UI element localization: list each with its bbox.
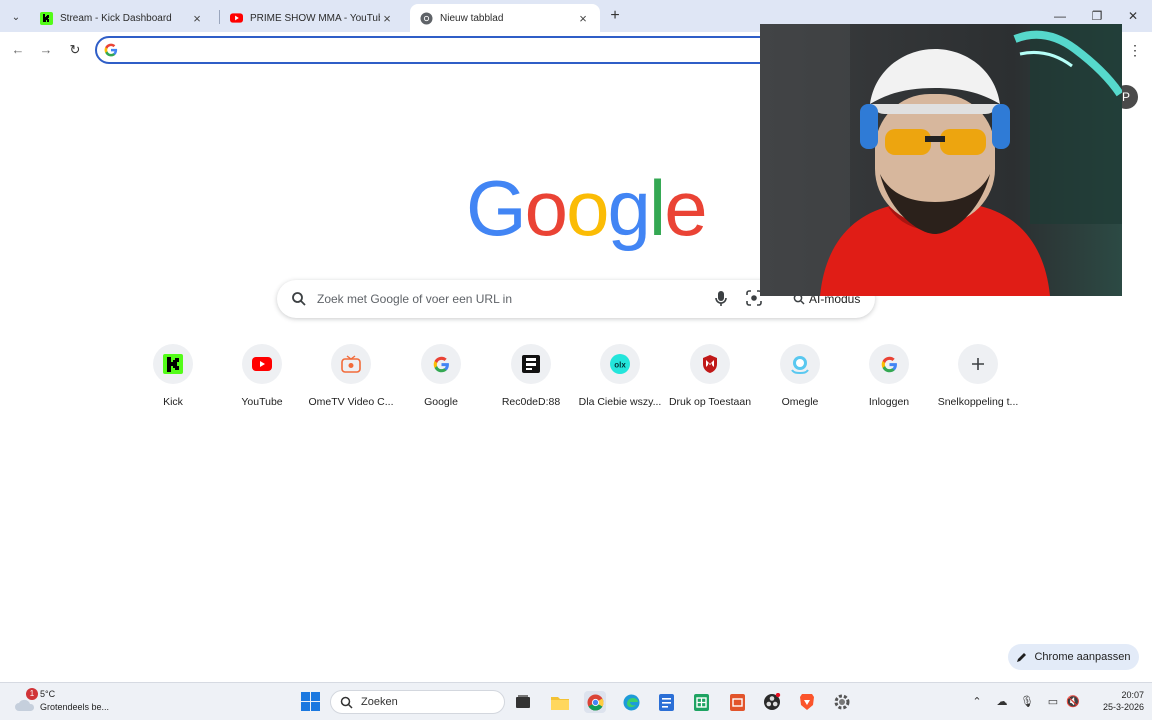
shortcut-recoded[interactable]: Rec0deD:88 xyxy=(486,344,576,408)
microphone-tray-icon[interactable]: 🎙 xyxy=(1019,694,1035,710)
search-icon xyxy=(340,696,353,709)
customize-chrome-button[interactable]: Chrome aanpassen xyxy=(1008,644,1139,670)
logo-letter: e xyxy=(664,164,707,252)
tab-search-chevron-icon[interactable]: ⌄ xyxy=(8,9,24,25)
task-view-icon[interactable] xyxy=(512,691,534,713)
settings-gear-icon[interactable] xyxy=(831,691,853,713)
tab-title: PRIME SHOW MMA - YouTube xyxy=(250,12,380,24)
address-bar[interactable] xyxy=(95,36,795,64)
forward-arrow-icon[interactable]: → xyxy=(37,41,55,59)
logo-letter: g xyxy=(607,164,650,252)
shortcut-label: Snelkoppeling t... xyxy=(937,396,1019,408)
shortcut-youtube[interactable]: YouTube xyxy=(217,344,307,408)
microphone-icon[interactable] xyxy=(714,290,728,311)
shortcut-label: Rec0deD:88 xyxy=(501,396,561,408)
youtube-icon xyxy=(242,344,282,384)
restore-icon[interactable]: ❐ xyxy=(1082,6,1112,26)
search-icon xyxy=(291,291,307,310)
logo-letter: l xyxy=(648,164,666,252)
google-logo: Google xyxy=(466,168,708,248)
network-icon[interactable]: ▭ xyxy=(1045,694,1061,710)
close-tab-icon[interactable]: × xyxy=(190,11,204,26)
shortcut-add[interactable]: Snelkoppeling t... xyxy=(933,344,1023,408)
shortcut-inloggen[interactable]: Inloggen xyxy=(844,344,934,408)
logo-letter: o xyxy=(566,164,609,252)
address-input[interactable] xyxy=(125,42,725,58)
docs-app-icon[interactable] xyxy=(655,691,677,713)
new-tab-plus-icon[interactable]: + xyxy=(606,7,624,25)
close-tab-icon[interactable]: × xyxy=(576,11,590,26)
chrome-favicon-icon xyxy=(420,12,433,25)
cloud-sync-icon[interactable]: ☁ xyxy=(994,694,1010,710)
taskbar-search-label: Zoeken xyxy=(361,696,398,708)
shortcut-google[interactable]: Google xyxy=(396,344,486,408)
weather-desc: Grotendeels be... xyxy=(40,702,110,712)
google-icon xyxy=(869,344,909,384)
shortcut-label: Druk op Toestaan xyxy=(668,396,752,408)
obs-icon[interactable] xyxy=(761,691,783,713)
windows-taskbar: 1 5°C Grotendeels be... Zoeken ⌃ ☁ 🎙 ▭ 🔇… xyxy=(0,682,1152,720)
webcam-overlay xyxy=(760,24,1122,296)
recoded-icon xyxy=(511,344,551,384)
windows-start-icon[interactable] xyxy=(301,692,320,714)
slides-app-icon[interactable] xyxy=(726,691,748,713)
shortcut-label: Kick xyxy=(163,396,183,408)
kick-favicon-icon xyxy=(40,11,53,25)
shortcut-kick[interactable]: Kick xyxy=(128,344,218,408)
edge-icon[interactable] xyxy=(620,691,642,713)
shortcut-druk-op-toestaan[interactable]: Druk op Toestaan xyxy=(665,344,755,408)
chrome-taskbar-icon[interactable] xyxy=(584,691,606,713)
svg-text:olx: olx xyxy=(614,361,626,370)
google-g-icon xyxy=(104,43,118,60)
google-icon xyxy=(421,344,461,384)
shortcut-omegle[interactable]: Omegle xyxy=(755,344,845,408)
weather-temp: 5°C xyxy=(40,689,56,699)
youtube-favicon-icon xyxy=(230,12,243,25)
shortcut-label: Inloggen xyxy=(868,396,910,408)
sheets-app-icon[interactable] xyxy=(690,691,712,713)
logo-letter: G xyxy=(466,164,527,252)
tab-title: Stream - Kick Dashboard xyxy=(60,12,172,24)
customize-chrome-label: Chrome aanpassen xyxy=(1034,651,1131,663)
tab-title: Nieuw tabblad xyxy=(440,12,504,24)
brave-icon[interactable] xyxy=(796,691,818,713)
back-arrow-icon[interactable]: ← xyxy=(9,41,27,59)
clock-date: 25-3-2026 xyxy=(1102,702,1144,712)
shortcut-label: Dla Ciebie wszy... xyxy=(578,396,662,408)
notification-badge: 1 xyxy=(26,688,38,700)
minimize-icon[interactable]: — xyxy=(1045,6,1075,26)
shortcut-label: Omegle xyxy=(781,396,819,408)
volume-muted-icon[interactable]: 🔇 xyxy=(1065,694,1081,710)
search-placeholder: Zoek met Google of voer een URL in xyxy=(317,292,512,306)
olx-icon: olx xyxy=(600,344,640,384)
webcam-video-image xyxy=(760,24,1122,296)
weather-widget[interactable]: 1 5°C Grotendeels be... xyxy=(14,688,134,716)
file-explorer-icon[interactable] xyxy=(549,691,571,713)
tab-new-tab[interactable]: Nieuw tabblad × xyxy=(410,4,600,32)
ometv-icon xyxy=(331,344,371,384)
shortcut-ometv[interactable]: OmeTV Video C... xyxy=(306,344,396,408)
shield-icon xyxy=(690,344,730,384)
shortcut-label: YouTube xyxy=(241,396,283,408)
logo-letter: o xyxy=(524,164,568,252)
kick-icon xyxy=(153,344,193,384)
shortcut-label: OmeTV Video C... xyxy=(308,396,394,408)
tab-prime-show-youtube[interactable]: PRIME SHOW MMA - YouTube × xyxy=(220,4,404,32)
omegle-icon xyxy=(780,344,820,384)
plus-icon xyxy=(958,344,998,384)
close-tab-icon[interactable]: × xyxy=(380,11,394,26)
system-clock[interactable]: 20:07 25-3-2026 xyxy=(1092,689,1144,713)
clock-time: 20:07 xyxy=(1121,690,1144,700)
pencil-icon xyxy=(1017,652,1027,662)
taskbar-search[interactable]: Zoeken xyxy=(330,690,505,714)
show-hidden-icons-chevron-icon[interactable]: ⌃ xyxy=(969,694,985,710)
chrome-menu-icon[interactable]: ⋮ xyxy=(1128,41,1142,59)
shortcut-olx[interactable]: olx Dla Ciebie wszy... xyxy=(575,344,665,408)
shortcut-label: Google xyxy=(424,396,458,408)
tab-kick-dashboard[interactable]: Stream - Kick Dashboard × xyxy=(30,4,214,32)
reload-icon[interactable]: ↻ xyxy=(66,41,84,59)
close-window-icon[interactable]: ✕ xyxy=(1118,6,1148,26)
